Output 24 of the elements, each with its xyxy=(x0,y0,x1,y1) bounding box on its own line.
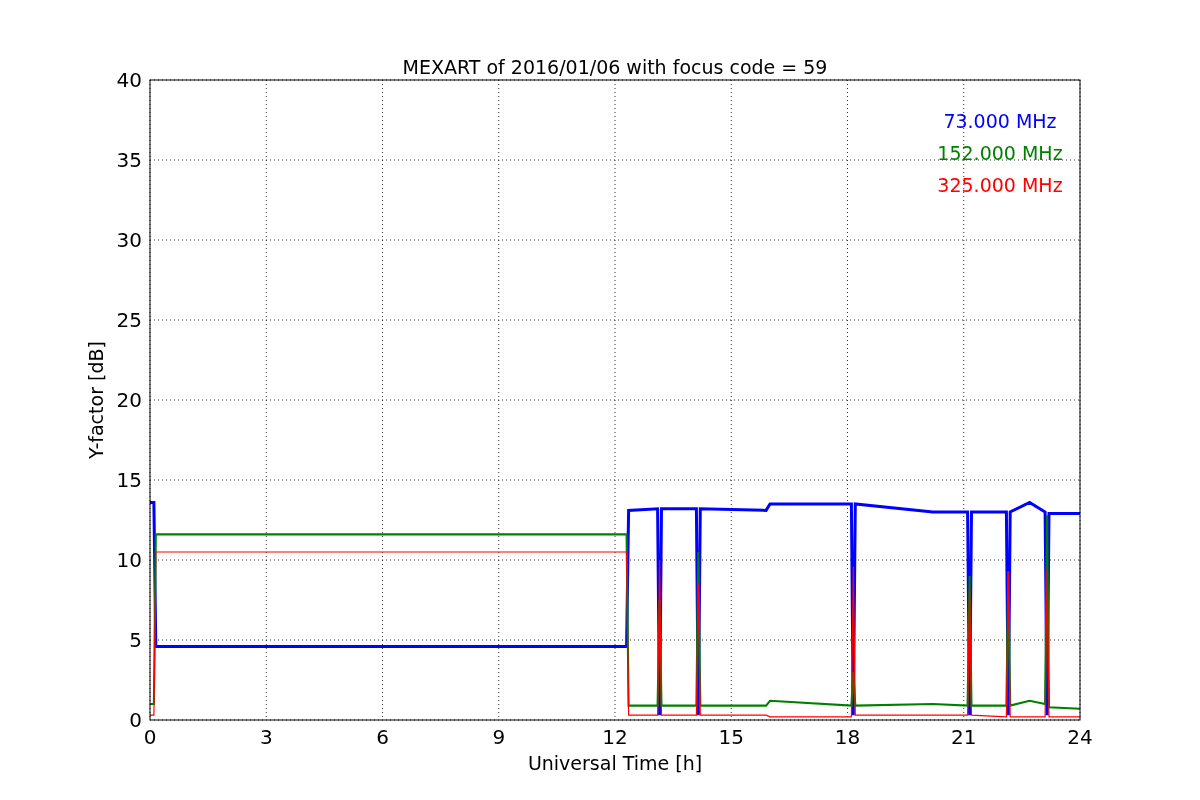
tick-label: 40 xyxy=(116,68,142,92)
tick-label: 10 xyxy=(116,548,142,572)
tick-label: 18 xyxy=(834,725,861,749)
tick-label: 25 xyxy=(116,308,142,332)
tick-label: 3 xyxy=(259,725,273,749)
tick-label: 20 xyxy=(116,388,142,412)
tick-label: 15 xyxy=(718,725,744,749)
legend-label: 325.000 MHz xyxy=(937,174,1063,196)
tick-label: 35 xyxy=(116,148,142,172)
axis-label: Y-factor [dB] xyxy=(85,341,107,459)
tick-label: 6 xyxy=(376,725,389,749)
tick-label: 30 xyxy=(116,228,142,252)
axis-label: Universal Time [h] xyxy=(527,752,703,774)
tick-label: 12 xyxy=(602,725,628,749)
tick-label: 0 xyxy=(129,708,142,732)
legend-label: 73.000 MHz xyxy=(943,110,1057,132)
chart-title: MEXART of 2016/01/06 with focus code = 59 xyxy=(402,56,828,78)
tick-label: 21 xyxy=(951,725,977,749)
legend-label: 152.000 MHz xyxy=(937,142,1063,164)
tick-label: 0 xyxy=(143,725,157,749)
tick-label: 24 xyxy=(1067,725,1093,749)
tick-label: 9 xyxy=(492,725,506,749)
tick-label: 15 xyxy=(116,468,142,492)
tick-label: 5 xyxy=(129,628,142,652)
